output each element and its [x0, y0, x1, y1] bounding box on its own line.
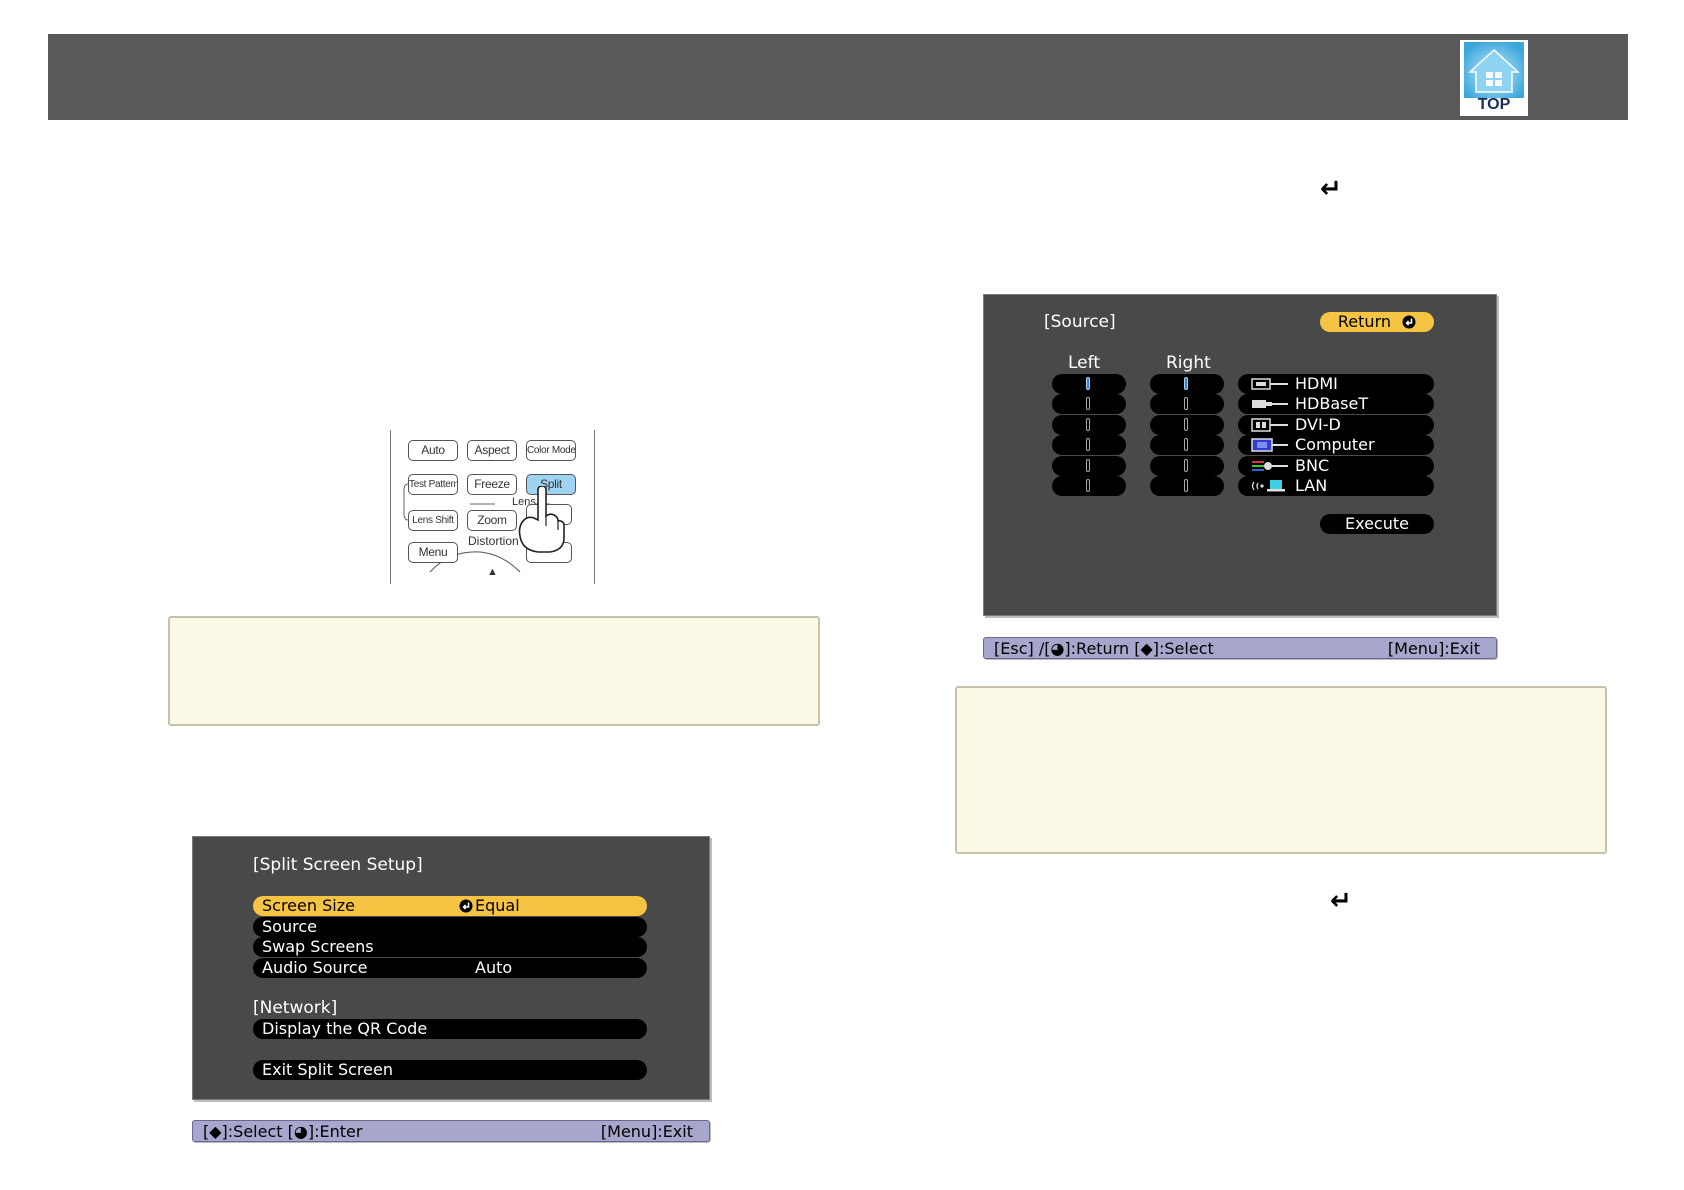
source-label: Computer [1295, 435, 1375, 454]
menu-item-label: Exit Split Screen [262, 1060, 393, 1079]
help-exit: [Menu]:Exit [1387, 639, 1480, 658]
source-label: HDBaseT [1295, 394, 1369, 413]
hdmi-icon [1251, 378, 1288, 390]
aspect-button[interactable]: Aspect [467, 440, 517, 461]
remote-control-illustration: Auto Aspect Color Mode Test Pattern Free… [390, 430, 596, 584]
dvi-icon [1251, 418, 1288, 432]
menu-item-swap-screens[interactable]: Swap Screens [253, 937, 647, 957]
left-radio-hdbaset[interactable] [1052, 394, 1126, 414]
left-radio-bnc[interactable] [1052, 456, 1126, 476]
left-radio-hdmi[interactable] [1052, 374, 1126, 394]
enter-icon [1402, 315, 1416, 329]
help-select-enter: [◆]:Select [◕]:Enter [203, 1122, 363, 1141]
source-menu-help-bar: [Esc] /[◕]:Return [◆]:Select [Menu]:Exit [983, 637, 1497, 659]
right-radio-hdbaset[interactable] [1150, 394, 1224, 414]
menu-button[interactable]: Menu [408, 542, 458, 563]
pointing-hand-icon [518, 486, 565, 553]
menu-item-label: Audio Source [262, 958, 368, 977]
distortion-label: Distortion [468, 534, 519, 548]
note-box [168, 616, 820, 726]
source-label: HDMI [1295, 374, 1338, 393]
network-section-title: [Network] [253, 998, 338, 1018]
menu-item-label: Source [262, 917, 317, 936]
split-menu-help-bar: [◆]:Select [◕]:Enter [Menu]:Exit [192, 1120, 710, 1142]
left-radio-lan[interactable] [1052, 476, 1126, 496]
source-label: BNC [1295, 456, 1330, 475]
menu-item-display-qr-code[interactable]: Display the QR Code [253, 1019, 647, 1039]
note-box [955, 686, 1607, 854]
source-row-bnc[interactable]: BNC [1238, 456, 1434, 476]
color-mode-button[interactable]: Color Mode [526, 440, 576, 461]
left-column-header: Left [1068, 353, 1100, 373]
source-row-dvi-d[interactable]: DVI-D [1238, 415, 1434, 435]
right-radio-hdmi[interactable] [1150, 374, 1224, 394]
left-radio-computer[interactable] [1052, 435, 1126, 455]
execute-button[interactable]: Execute [1320, 514, 1434, 534]
source-label: LAN [1295, 476, 1328, 495]
home-icon [1464, 42, 1524, 98]
lan-icon [1251, 480, 1285, 492]
test-pattern-button[interactable]: Test Pattern [408, 474, 458, 495]
menu-item-source[interactable]: Source [253, 917, 647, 937]
return-button[interactable]: Return [1320, 312, 1434, 332]
enter-icon [459, 896, 473, 916]
split-menu-title: [Split Screen Setup] [253, 855, 423, 875]
help-exit: [Menu]:Exit [600, 1122, 693, 1141]
right-radio-dvi-d[interactable] [1150, 415, 1224, 435]
menu-item-value: Auto [475, 958, 513, 977]
source-row-hdmi[interactable]: HDMI [1238, 374, 1434, 394]
menu-item-label: Swap Screens [262, 937, 374, 956]
source-menu-title: [Source] [1044, 312, 1116, 332]
menu-item-value: Equal [475, 896, 520, 915]
menu-item-label: Display the QR Code [262, 1019, 428, 1038]
enter-key-icon: ↵ [1320, 174, 1342, 204]
top-link[interactable]: TOP [1460, 40, 1528, 116]
source-row-lan[interactable]: LAN [1238, 476, 1434, 496]
source-row-hdbaset[interactable]: HDBaseT [1238, 394, 1434, 414]
menu-item-screen-size[interactable]: Screen Size Equal [253, 896, 647, 916]
source-row-computer[interactable]: Computer [1238, 435, 1434, 455]
source-label: DVI-D [1295, 415, 1341, 434]
header-bar [48, 34, 1628, 120]
hdbaset-icon [1252, 400, 1288, 408]
freeze-button[interactable]: Freeze [467, 474, 517, 495]
zoom-button[interactable]: Zoom [467, 510, 517, 531]
right-radio-bnc[interactable] [1150, 456, 1224, 476]
top-label: TOP [1477, 96, 1511, 113]
lens-shift-button[interactable]: Lens Shift [408, 510, 458, 531]
enter-key-icon: ↵ [1330, 886, 1352, 916]
right-radio-computer[interactable] [1150, 435, 1224, 455]
up-arrow-icon: ▲ [487, 566, 498, 578]
return-label: Return [1337, 312, 1391, 331]
source-panel [983, 294, 1497, 616]
right-radio-lan[interactable] [1150, 476, 1224, 496]
left-radio-dvi-d[interactable] [1052, 415, 1126, 435]
computer-icon [1251, 438, 1288, 452]
auto-button[interactable]: Auto [408, 440, 458, 461]
menu-item-label: Screen Size [262, 896, 355, 915]
menu-item-audio-source[interactable]: Audio Source Auto [253, 958, 647, 978]
help-return-select: [Esc] /[◕]:Return [◆]:Select [994, 639, 1214, 658]
menu-item-exit-split-screen[interactable]: Exit Split Screen [253, 1060, 647, 1080]
bnc-icon [1252, 461, 1288, 471]
right-column-header: Right [1166, 353, 1211, 373]
